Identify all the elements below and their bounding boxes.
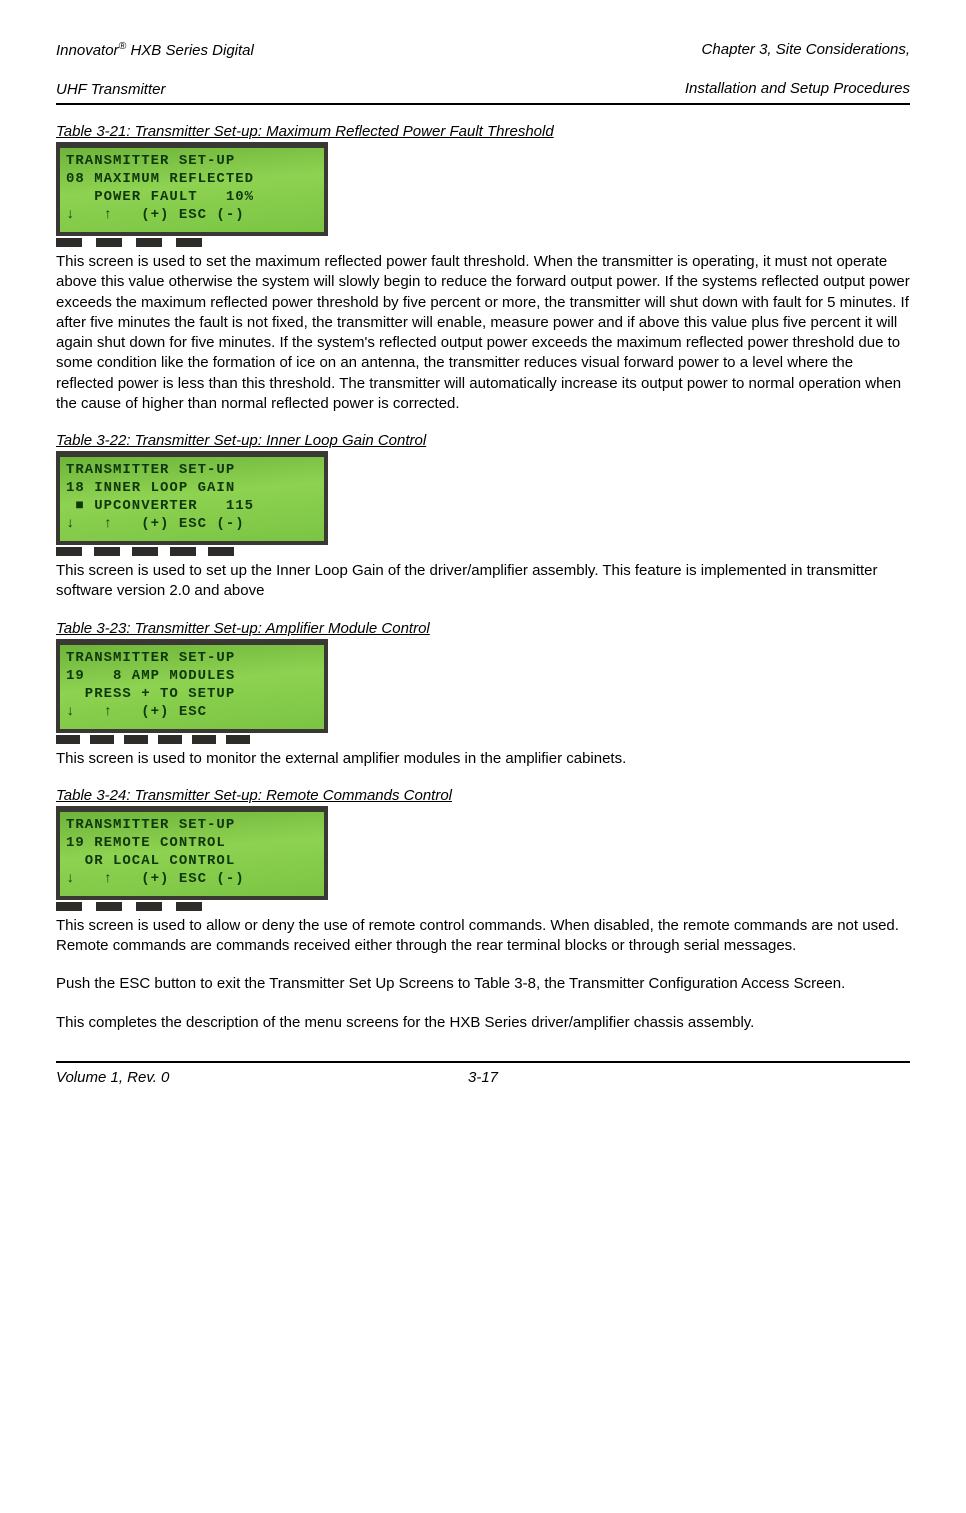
header-left-line1a: Innovator <box>56 42 119 59</box>
lcd-row: 18 INNER LOOP GAIN <box>66 479 318 497</box>
section-body: This screen is used to allow or deny the… <box>56 916 910 957</box>
lcd-row: ↓ ↑ (+) ESC (-) <box>66 515 318 533</box>
header-rule <box>56 103 910 105</box>
header-right-line1: Chapter 3, Site Considerations, <box>702 41 910 58</box>
table-caption: Table 3-22: Transmitter Set-up: Inner Lo… <box>56 432 910 449</box>
header-left-line2: UHF Transmitter <box>56 81 165 98</box>
lcd-screen: TRANSMITTER SET-UP 08 MAXIMUM REFLECTED … <box>56 142 328 236</box>
section-body: This screen is used to monitor the exter… <box>56 749 910 769</box>
page-header: Innovator® HXB Series Digital UHF Transm… <box>56 20 910 99</box>
header-left: Innovator® HXB Series Digital UHF Transm… <box>56 20 254 99</box>
lcd-row: 08 MAXIMUM REFLECTED <box>66 170 318 188</box>
lcd-row: ↓ ↑ (+) ESC <box>66 703 318 721</box>
header-right: Chapter 3, Site Considerations, Installa… <box>685 20 910 99</box>
lcd-row: OR LOCAL CONTROL <box>66 852 318 870</box>
lcd-row: TRANSMITTER SET-UP <box>66 152 318 170</box>
footer-page-number: 3-17 <box>468 1069 498 1086</box>
lcd-row: POWER FAULT 10% <box>66 188 318 206</box>
trailing-paragraph: Push the ESC button to exit the Transmit… <box>56 974 910 994</box>
lcd-row: ↓ ↑ (+) ESC (-) <box>66 870 318 888</box>
header-right-line2: Installation and Setup Procedures <box>685 80 910 97</box>
lcd-tabs <box>56 238 328 248</box>
lcd-row: ■ UPCONVERTER 115 <box>66 497 318 515</box>
lcd-row: TRANSMITTER SET-UP <box>66 816 318 834</box>
lcd-tabs <box>56 735 328 745</box>
table-caption: Table 3-21: Transmitter Set-up: Maximum … <box>56 123 910 140</box>
lcd-row: ↓ ↑ (+) ESC (-) <box>66 206 318 224</box>
page-footer: Volume 1, Rev. 0 3-17 <box>56 1069 910 1086</box>
header-left-line1b: HXB Series Digital <box>126 42 254 59</box>
lcd-screen: TRANSMITTER SET-UP 19 8 AMP MODULES PRES… <box>56 639 328 733</box>
table-caption: Table 3-24: Transmitter Set-up: Remote C… <box>56 787 910 804</box>
lcd-screen: TRANSMITTER SET-UP 19 REMOTE CONTROL OR … <box>56 806 328 900</box>
footer-left: Volume 1, Rev. 0 <box>56 1069 169 1086</box>
footer-rule <box>56 1061 910 1063</box>
lcd-row: TRANSMITTER SET-UP <box>66 649 318 667</box>
section-body: This screen is used to set the maximum r… <box>56 252 910 414</box>
lcd-row: 19 REMOTE CONTROL <box>66 834 318 852</box>
footer-right-spacer <box>906 1069 910 1086</box>
trailing-paragraph: This completes the description of the me… <box>56 1013 910 1033</box>
lcd-row: 19 8 AMP MODULES <box>66 667 318 685</box>
lcd-row: TRANSMITTER SET-UP <box>66 461 318 479</box>
section-body: This screen is used to set up the Inner … <box>56 561 910 602</box>
lcd-screen: TRANSMITTER SET-UP 18 INNER LOOP GAIN ■ … <box>56 451 328 545</box>
lcd-row: PRESS + TO SETUP <box>66 685 318 703</box>
table-caption: Table 3-23: Transmitter Set-up: Amplifie… <box>56 620 910 637</box>
lcd-tabs <box>56 902 328 912</box>
lcd-tabs <box>56 547 328 557</box>
